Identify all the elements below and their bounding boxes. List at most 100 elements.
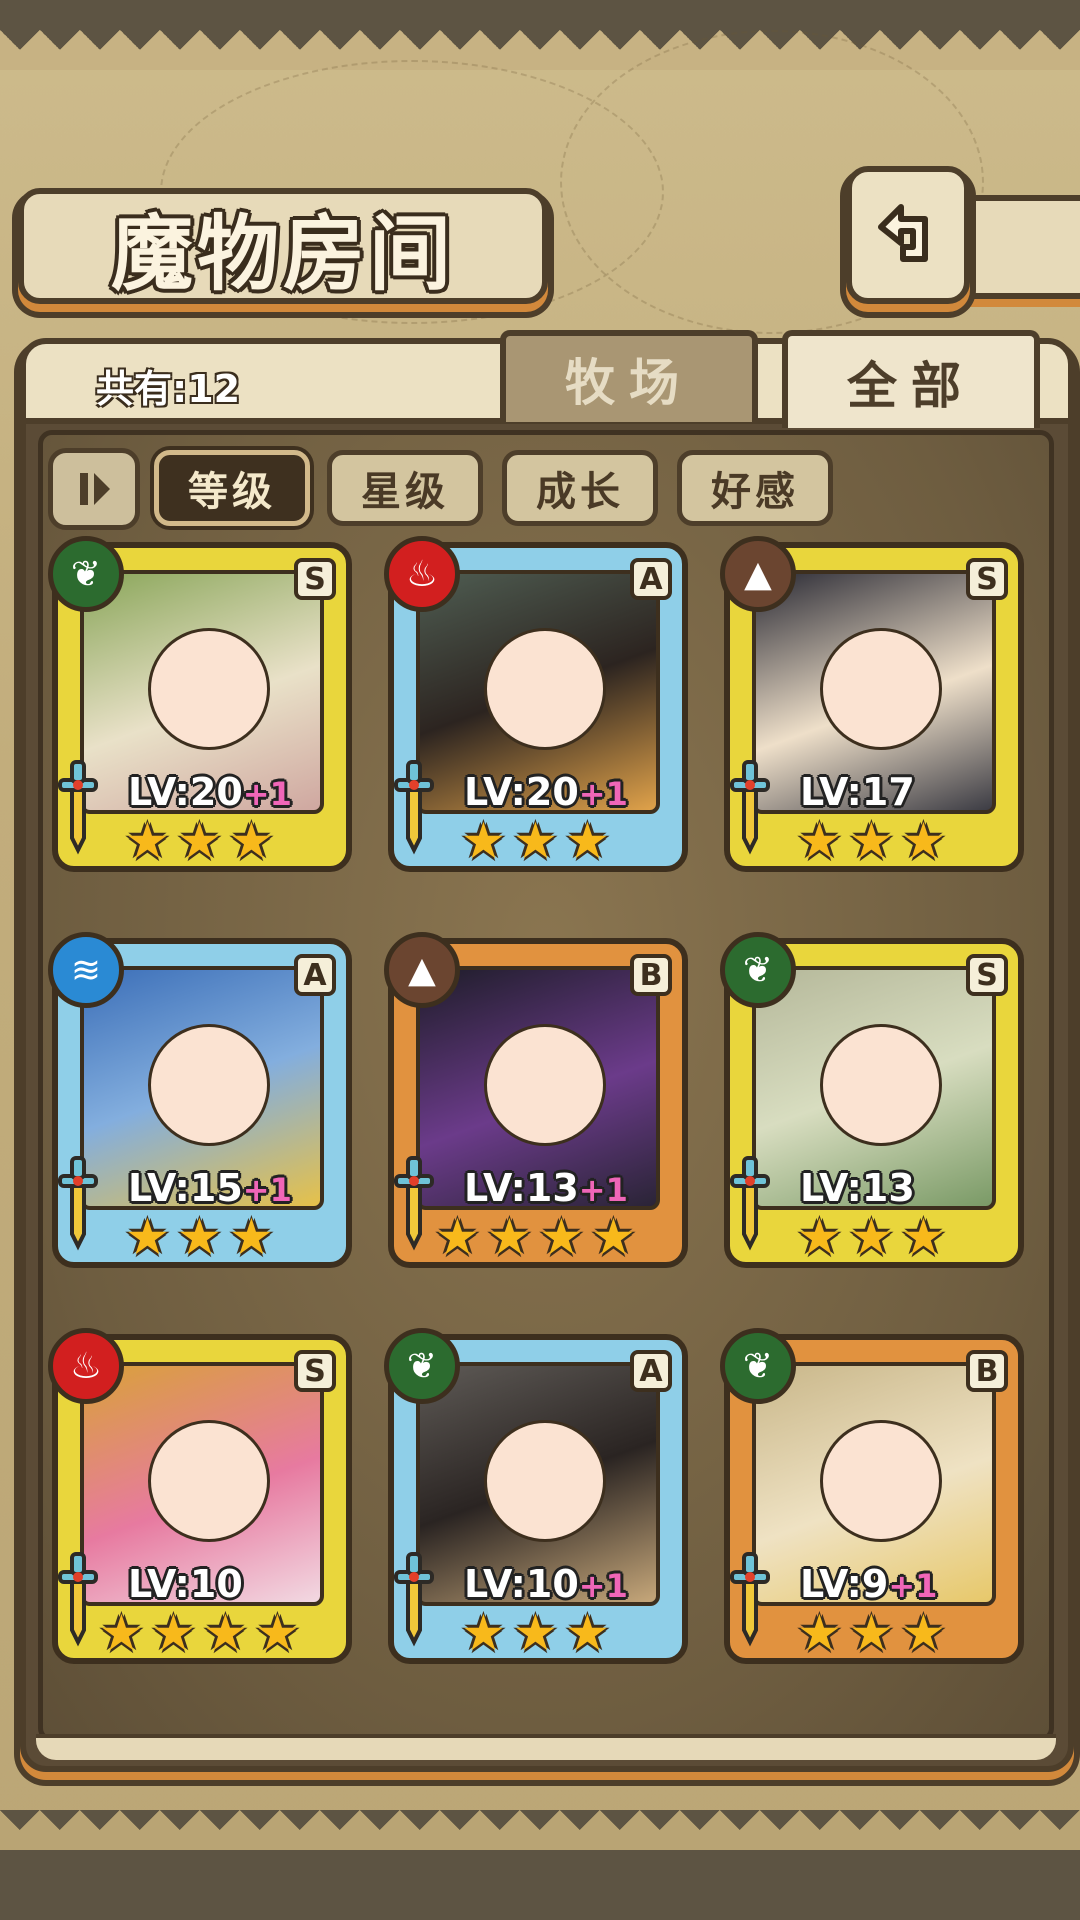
- monster-level: LV:10: [128, 1562, 243, 1608]
- monster-level: LV:15+1: [128, 1166, 292, 1212]
- star-icon: ★: [849, 1208, 894, 1266]
- star-rating: ★ ★ ★: [730, 1608, 1018, 1664]
- rank-badge: S: [966, 558, 1008, 600]
- star-icon: ★: [849, 812, 894, 870]
- star-icon: ★: [797, 812, 842, 870]
- leaf-element-icon: ❦: [720, 1328, 796, 1404]
- monster-face: [148, 628, 270, 750]
- star-icon: ★: [901, 812, 946, 870]
- water-element-icon: ≋: [48, 932, 124, 1008]
- level-bonus: +1: [242, 775, 292, 813]
- star-icon: ★: [151, 1604, 196, 1662]
- monster-face: [820, 1024, 942, 1146]
- star-rating: ★ ★ ★ ★: [58, 1608, 346, 1664]
- level-bonus: +1: [888, 1567, 938, 1605]
- monster-card[interactable]: S ▲ LV:17 ★ ★ ★: [720, 536, 1024, 872]
- filter-level[interactable]: 等级: [154, 450, 310, 526]
- leaf-element-icon: ❦: [48, 536, 124, 612]
- star-icon: ★: [513, 812, 558, 870]
- monster-card[interactable]: A ≋ LV:15+1 ★ ★ ★: [48, 932, 352, 1268]
- filter-affection[interactable]: 好感: [677, 450, 833, 526]
- fire-element-icon: ♨: [48, 1328, 124, 1404]
- star-rating: ★ ★ ★: [730, 816, 1018, 872]
- star-icon: ★: [565, 812, 610, 870]
- star-icon: ★: [591, 1208, 636, 1266]
- star-icon: ★: [461, 812, 506, 870]
- rank-badge: A: [630, 558, 672, 600]
- filter-star[interactable]: 星级: [327, 450, 483, 526]
- filter-growth[interactable]: 成长: [502, 450, 658, 526]
- star-icon: ★: [797, 1208, 842, 1266]
- star-icon: ★: [901, 1208, 946, 1266]
- monster-level: LV:20+1: [128, 770, 292, 816]
- earth-element-icon: ▲: [384, 932, 460, 1008]
- monster-level: LV:17: [800, 770, 915, 816]
- level-value: LV:20: [464, 770, 579, 814]
- monster-card[interactable]: A ❦ LV:10+1 ★ ★ ★: [384, 1328, 688, 1664]
- monster-count: 共有:12: [96, 367, 241, 411]
- star-icon: ★: [125, 1208, 170, 1266]
- rank-badge: S: [966, 954, 1008, 996]
- monster-face: [820, 1420, 942, 1542]
- star-icon: ★: [229, 812, 274, 870]
- sort-order-toggle[interactable]: [48, 448, 140, 530]
- rank-badge: S: [294, 1350, 336, 1392]
- tab-all[interactable]: 全部: [782, 330, 1040, 428]
- star-icon: ★: [255, 1604, 300, 1662]
- level-value: LV:10: [464, 1562, 579, 1606]
- level-value: LV:20: [128, 770, 243, 814]
- star-icon: ★: [229, 1208, 274, 1266]
- star-icon: ★: [901, 1604, 946, 1662]
- monster-card[interactable]: S ❦ LV:13 ★ ★ ★: [720, 932, 1024, 1268]
- star-icon: ★: [849, 1604, 894, 1662]
- monster-level: LV:13+1: [464, 1166, 628, 1212]
- star-rating: ★ ★ ★: [394, 1608, 682, 1664]
- rank-badge: A: [630, 1350, 672, 1392]
- sort-toggle-icon: [80, 473, 110, 505]
- top-border: [0, 0, 1080, 70]
- level-value: LV:9: [800, 1562, 889, 1606]
- panel-footer-rim: [36, 1734, 1056, 1760]
- monster-card[interactable]: B ❦ LV:9+1 ★ ★ ★: [720, 1328, 1024, 1664]
- star-icon: ★: [99, 1604, 144, 1662]
- star-icon: ★: [125, 812, 170, 870]
- star-icon: ★: [203, 1604, 248, 1662]
- monster-face: [484, 1024, 606, 1146]
- star-rating: ★ ★ ★: [58, 816, 346, 872]
- monster-face: [820, 628, 942, 750]
- monster-level: LV:10+1: [464, 1562, 628, 1608]
- tab-pasture[interactable]: 牧场: [500, 330, 758, 422]
- star-icon: ★: [513, 1604, 558, 1662]
- monster-card[interactable]: S ❦ LV:20+1 ★ ★ ★: [48, 536, 352, 872]
- star-icon: ★: [435, 1208, 480, 1266]
- fire-element-icon: ♨: [384, 536, 460, 612]
- title-plate: 魔物房间: [18, 188, 548, 304]
- rank-badge: B: [630, 954, 672, 996]
- star-icon: ★: [797, 1604, 842, 1662]
- monster-face: [484, 628, 606, 750]
- level-value: LV:17: [800, 770, 915, 814]
- star-icon: ★: [177, 1208, 222, 1266]
- level-value: LV:15: [128, 1166, 243, 1210]
- level-value: LV:10: [128, 1562, 243, 1606]
- level-bonus: +1: [578, 1567, 628, 1605]
- back-button[interactable]: [846, 166, 970, 304]
- monster-card[interactable]: B ▲ LV:13+1 ★ ★ ★ ★: [384, 932, 688, 1268]
- earth-element-icon: ▲: [720, 536, 796, 612]
- bottom-border: [0, 1810, 1080, 1920]
- monster-face: [148, 1024, 270, 1146]
- star-rating: ★ ★ ★ ★: [394, 1212, 682, 1268]
- star-rating: ★ ★ ★: [58, 1212, 346, 1268]
- level-bonus: +1: [578, 775, 628, 813]
- star-icon: ★: [565, 1604, 610, 1662]
- monster-card[interactable]: A ♨ LV:20+1 ★ ★ ★: [384, 536, 688, 872]
- monster-card[interactable]: S ♨ LV:10 ★ ★ ★ ★: [48, 1328, 352, 1664]
- monster-face: [484, 1420, 606, 1542]
- star-rating: ★ ★ ★: [730, 1212, 1018, 1268]
- leaf-element-icon: ❦: [720, 932, 796, 1008]
- level-bonus: +1: [242, 1171, 292, 1209]
- level-value: LV:13: [464, 1166, 579, 1210]
- rank-badge: A: [294, 954, 336, 996]
- monster-level: LV:13: [800, 1166, 915, 1212]
- monster-level: LV:9+1: [800, 1562, 937, 1608]
